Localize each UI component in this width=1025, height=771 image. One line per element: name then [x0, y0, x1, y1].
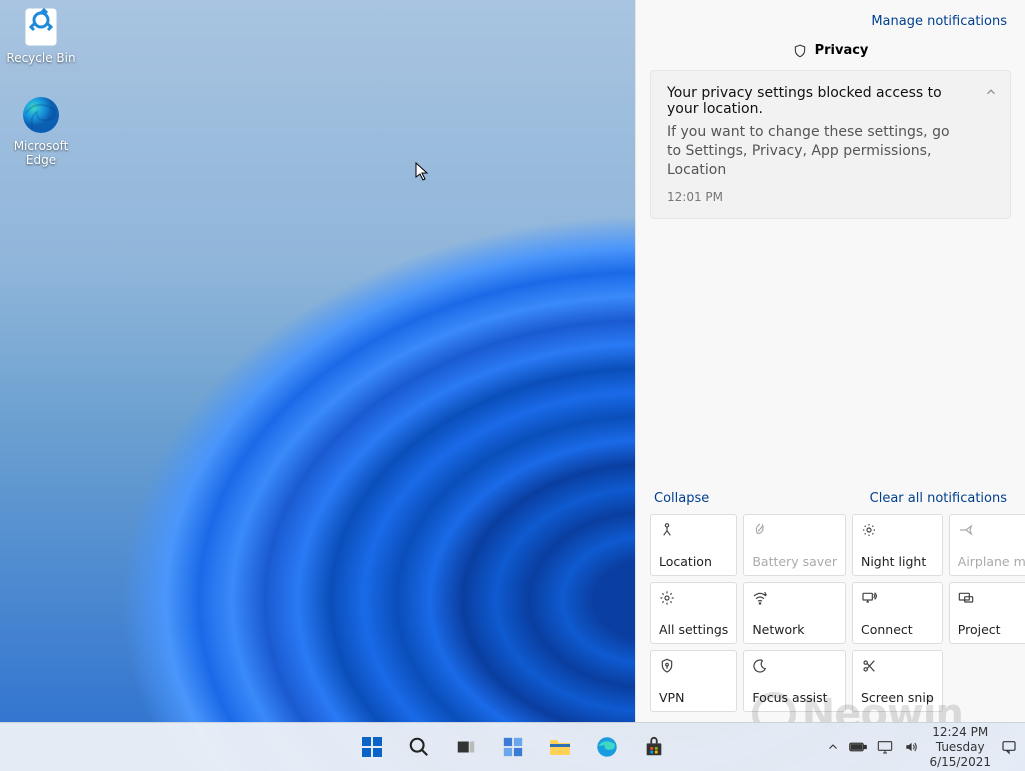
connect-icon: [861, 589, 934, 607]
clock-time: 12:24 PM: [929, 725, 991, 740]
tile-focus-assist[interactable]: Focus assist: [743, 650, 846, 712]
notification-icon: [1001, 739, 1017, 755]
tile-label: Airplane mode: [958, 554, 1025, 569]
notification-time: 12:01 PM: [667, 190, 994, 204]
desktop-icon-label: Microsoft Edge: [14, 139, 69, 167]
edge-taskbar-button[interactable]: [587, 727, 627, 767]
quick-actions-header: Collapse Clear all notifications: [636, 491, 1025, 514]
tile-label: Network: [752, 622, 837, 637]
manage-notifications-row: Manage notifications: [636, 0, 1025, 37]
location-icon: [659, 521, 728, 539]
recycle-bin-icon: [20, 6, 62, 48]
manage-notifications-link[interactable]: Manage notifications: [871, 14, 1007, 29]
task-view-button[interactable]: [446, 727, 486, 767]
search-icon: [408, 736, 430, 758]
tile-vpn[interactable]: VPN: [650, 650, 737, 712]
tile-label: Connect: [861, 622, 934, 637]
clock-date: 6/15/2021: [929, 755, 991, 770]
vpn-shield-icon: [659, 657, 728, 675]
taskbar: 12:24 PM Tuesday 6/15/2021: [0, 722, 1025, 771]
battery-leaf-icon: [752, 521, 837, 539]
notification-body: If you want to change these settings, go…: [667, 123, 994, 180]
collapse-button[interactable]: Collapse: [654, 491, 709, 506]
taskbar-center: [352, 727, 674, 767]
search-button[interactable]: [399, 727, 439, 767]
widgets-button[interactable]: [493, 727, 533, 767]
tile-airplane-mode[interactable]: Airplane mode: [949, 514, 1025, 576]
speaker-icon: [903, 740, 919, 754]
tile-label: Screen snip: [861, 690, 934, 705]
widgets-icon: [502, 736, 524, 758]
clock-day: Tuesday: [929, 740, 991, 755]
tile-label: Project: [958, 622, 1025, 637]
notification-card[interactable]: Your privacy settings blocked access to …: [650, 70, 1011, 219]
quick-actions-grid: Location Battery saver Night light Airpl…: [636, 514, 1025, 722]
windows-logo-icon: [360, 735, 384, 759]
task-view-icon: [455, 736, 477, 758]
moon-icon: [752, 657, 837, 675]
store-icon: [643, 736, 665, 758]
tile-label: Battery saver: [752, 554, 837, 569]
store-button[interactable]: [634, 727, 674, 767]
folder-icon: [548, 736, 572, 758]
scissors-icon: [861, 657, 934, 675]
battery-icon: [849, 740, 867, 754]
clear-all-button[interactable]: Clear all notifications: [870, 491, 1007, 506]
volume-status[interactable]: [903, 740, 919, 754]
project-icon: [958, 589, 1025, 607]
tile-project[interactable]: Project: [949, 582, 1025, 644]
tile-label: VPN: [659, 690, 728, 705]
desktop-icon-recycle-bin[interactable]: Recycle Bin: [5, 6, 77, 65]
monitor-icon: [877, 740, 893, 754]
edge-icon: [20, 94, 62, 136]
chevron-up-icon: [827, 741, 839, 753]
tile-screen-snip[interactable]: Screen snip: [852, 650, 943, 712]
taskbar-clock[interactable]: 12:24 PM Tuesday 6/15/2021: [929, 725, 991, 770]
action-center-panel: Manage notifications Privacy Your privac…: [635, 0, 1025, 722]
edge-icon: [595, 735, 619, 759]
section-title: Privacy: [815, 43, 869, 58]
tile-connect[interactable]: Connect: [852, 582, 943, 644]
tile-network[interactable]: Network: [743, 582, 846, 644]
notification-title: Your privacy settings blocked access to …: [667, 85, 994, 117]
gear-icon: [659, 589, 728, 607]
network-status[interactable]: [877, 740, 893, 754]
desktop-icon-edge[interactable]: Microsoft Edge: [5, 94, 77, 167]
system-tray: 12:24 PM Tuesday 6/15/2021: [827, 725, 1017, 770]
tile-battery-saver[interactable]: Battery saver: [743, 514, 846, 576]
chevron-up-icon[interactable]: [984, 85, 998, 99]
notification-section-header: Privacy: [636, 37, 1025, 70]
start-button[interactable]: [352, 727, 392, 767]
battery-status[interactable]: [849, 740, 867, 754]
tray-overflow-button[interactable]: [827, 741, 839, 753]
wifi-icon: [752, 589, 837, 607]
tile-label: All settings: [659, 622, 728, 637]
tile-all-settings[interactable]: All settings: [650, 582, 737, 644]
shield-icon: [793, 44, 807, 58]
desktop-icon-label: Recycle Bin: [6, 51, 75, 65]
sun-icon: [861, 521, 934, 539]
file-explorer-button[interactable]: [540, 727, 580, 767]
airplane-icon: [958, 521, 1025, 539]
action-center-button[interactable]: [1001, 739, 1017, 755]
tile-location[interactable]: Location: [650, 514, 737, 576]
tile-label: Night light: [861, 554, 934, 569]
tile-label: Location: [659, 554, 728, 569]
tile-label: Focus assist: [752, 690, 837, 705]
tile-night-light[interactable]: Night light: [852, 514, 943, 576]
